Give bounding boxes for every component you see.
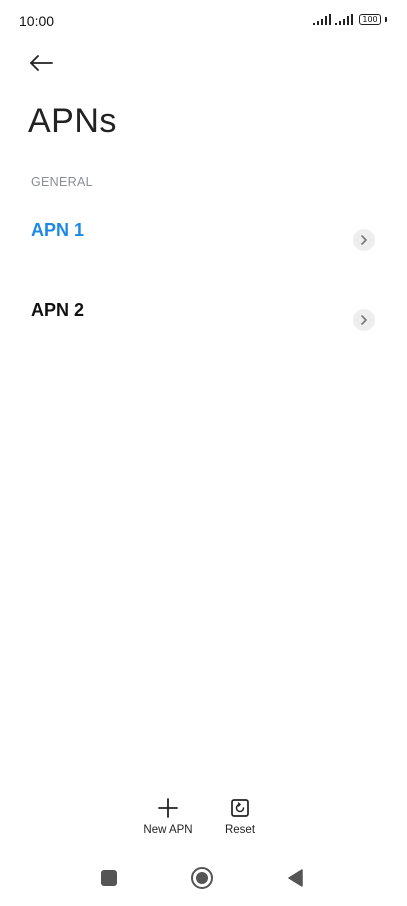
battery-tip [385, 17, 387, 22]
battery-icon: 100 [359, 14, 381, 25]
nav-back-button[interactable] [277, 862, 313, 898]
new-apn-label: New APN [143, 824, 193, 836]
chevron-right-icon [353, 229, 375, 251]
reset-button[interactable]: Reset [219, 795, 261, 836]
arrow-left-icon [29, 54, 53, 76]
status-bar: 10:00 100 [0, 0, 407, 44]
home-button[interactable] [184, 862, 220, 898]
reset-icon [230, 795, 250, 821]
section-header-general: GENERAL [31, 175, 93, 189]
plus-icon [157, 795, 179, 821]
signal-icon [335, 14, 353, 25]
status-time: 10:00 [19, 13, 55, 29]
recent-apps-button[interactable] [91, 862, 127, 898]
apn-label: APN 2 [31, 300, 85, 320]
reset-label: Reset [224, 824, 256, 836]
triangle-back-icon [286, 868, 304, 893]
page-title: APNs [28, 102, 117, 140]
new-apn-button[interactable]: New APN [140, 795, 196, 836]
apn-list-item[interactable]: APN 1 [0, 200, 407, 270]
apn-label: APN 1 [31, 220, 85, 240]
navigation-bar [0, 862, 407, 898]
square-icon [100, 869, 118, 892]
back-button[interactable] [24, 50, 58, 80]
battery-level: 100 [362, 15, 378, 24]
bottom-action-bar: New APN Reset [0, 795, 407, 845]
signal-icon [313, 14, 331, 25]
status-icons: 100 [313, 14, 387, 25]
circle-icon [190, 866, 214, 895]
chevron-right-icon [353, 309, 375, 331]
apn-list-item[interactable]: APN 2 [0, 280, 407, 350]
